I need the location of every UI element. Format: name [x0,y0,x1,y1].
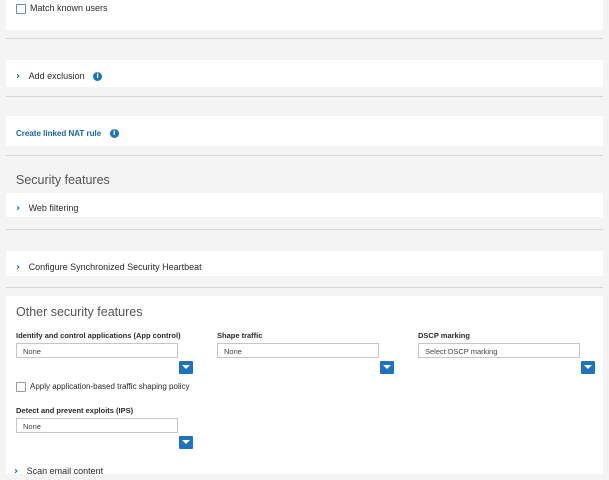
app-control-value: None [23,347,41,356]
heartbeat-toggle[interactable]: › Configure Synchronized Security Heartb… [16,257,202,275]
dscp-select[interactable]: Select DSCP marking [418,343,580,358]
ips-select[interactable]: None [16,418,178,433]
scan-email-label: Scan email content [26,466,104,476]
shape-traffic-value: None [224,347,242,356]
add-exclusion-toggle[interactable]: › Add exclusion i [16,66,103,84]
chevron-down-icon[interactable] [581,361,595,374]
ips-value: None [23,422,41,431]
shape-traffic-select[interactable]: None [217,343,379,358]
match-known-users-checkbox[interactable] [16,4,26,14]
shape-traffic-label: Shape traffic [217,331,263,340]
web-filtering-toggle[interactable]: › Web filtering [16,198,78,216]
heartbeat-label: Configure Synchronized Security Heartbea… [28,262,202,272]
divider [6,38,603,39]
chevron-down-icon[interactable] [380,361,394,374]
add-exclusion-label: Add exclusion [28,71,85,81]
app-shaping-checkbox[interactable] [16,382,26,392]
divider [6,155,603,156]
web-filtering-label: Web filtering [28,203,79,213]
app-control-select[interactable]: None [16,343,178,358]
chevron-right-icon: › [16,262,21,273]
chevron-right-icon: › [14,466,19,477]
divider [6,229,603,230]
app-control-label: Identify and control applications (App c… [16,331,181,340]
linked-nat-row: Create linked NAT rule i [16,123,119,141]
chevron-down-icon[interactable] [179,436,193,449]
other-security-title: Other security features [16,305,143,319]
web-filtering-panel [6,193,603,217]
dscp-label: DSCP marking [418,331,470,340]
scan-email-toggle[interactable]: › Scan email content [14,461,103,479]
chevron-right-icon: › [16,203,21,214]
security-features-title: Security features [16,173,110,187]
dscp-placeholder: Select DSCP marking [425,347,498,356]
chevron-down-icon[interactable] [179,361,193,374]
ips-label: Detect and prevent exploits (IPS) [16,406,134,415]
info-icon[interactable]: i [109,129,119,138]
chevron-right-icon: › [16,71,21,82]
divider [6,287,603,288]
match-known-users-label: Match known users [30,3,108,13]
app-shaping-label: Apply application-based traffic shaping … [30,382,190,391]
divider [6,96,603,97]
create-linked-nat-link[interactable]: Create linked NAT rule [16,129,101,138]
info-icon[interactable]: i [93,72,103,81]
